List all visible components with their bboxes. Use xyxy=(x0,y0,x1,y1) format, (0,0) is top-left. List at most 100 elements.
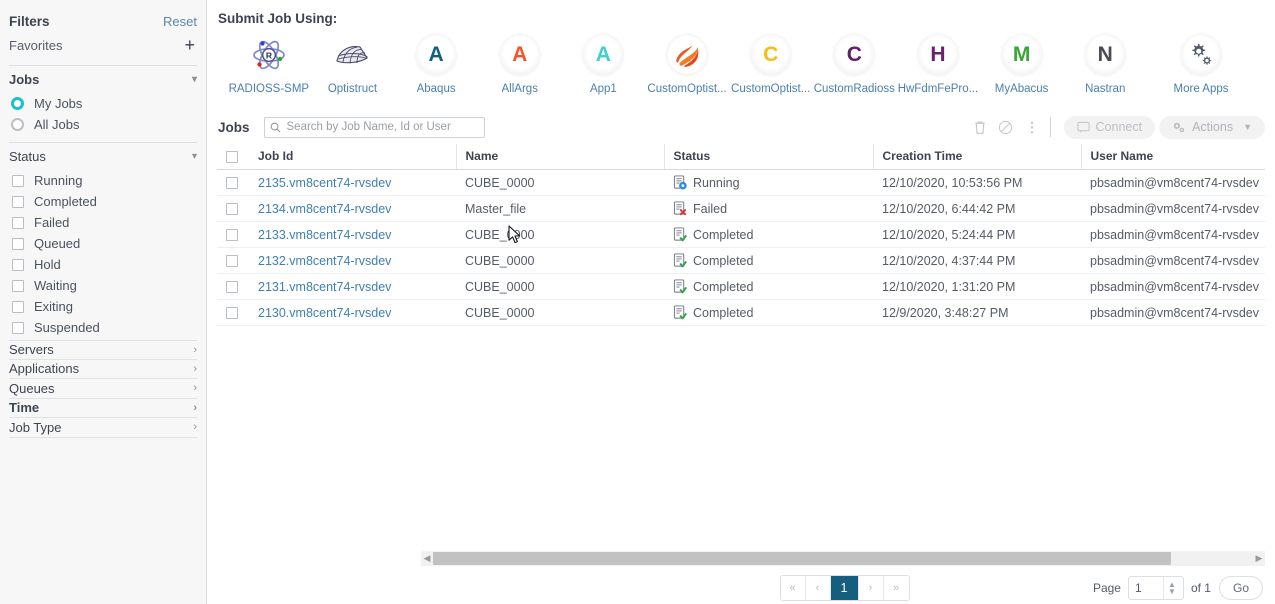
column-header-status[interactable]: Status xyxy=(664,144,874,170)
app-tile-abaqus[interactable]: A Abaqus xyxy=(394,35,478,95)
app-tile-myabacus[interactable]: M MyAbacus xyxy=(980,35,1064,95)
row-checkbox-cell[interactable] xyxy=(217,247,249,274)
jobs-filter-group-header[interactable]: Jobs ▾ xyxy=(9,66,197,93)
job-id-link[interactable]: 2130.vm8cent74-rvsdev xyxy=(258,306,391,320)
radio-selected-icon[interactable] xyxy=(11,97,24,110)
checkbox-icon[interactable] xyxy=(12,300,24,313)
checkbox-icon[interactable] xyxy=(12,174,24,187)
chevron-down-icon[interactable]: ▾ xyxy=(192,151,197,162)
app-tile-hwfdmfepro[interactable]: H HwFdmFePro... xyxy=(896,35,980,95)
app-tile-more-apps[interactable]: More Apps xyxy=(1147,35,1255,95)
checkbox-queued[interactable]: Queued xyxy=(9,233,197,254)
scroll-right-arrow-icon[interactable]: ▶ xyxy=(1253,553,1265,564)
table-row[interactable]: 2131.vm8cent74-rvsdev CUBE_0000 Complete… xyxy=(217,273,1265,300)
checkbox-icon[interactable] xyxy=(12,195,24,208)
stepper-arrows[interactable]: ▲ ▼ xyxy=(1162,577,1179,599)
row-checkbox-cell[interactable] xyxy=(217,221,249,248)
pagination-first-button[interactable]: « xyxy=(780,576,806,600)
row-checkbox-cell[interactable] xyxy=(217,195,249,222)
row-checkbox-cell[interactable] xyxy=(217,273,249,300)
checkbox-icon[interactable] xyxy=(226,281,238,294)
checkbox-failed[interactable]: Failed xyxy=(9,212,197,233)
scrollbar-thumb[interactable] xyxy=(433,552,1171,565)
actions-button[interactable]: Actions ▼ xyxy=(1159,115,1265,139)
chevron-right-icon[interactable]: › xyxy=(193,402,197,414)
cell-job-id[interactable]: 2135.vm8cent74-rvsdev xyxy=(249,169,456,196)
search-container[interactable] xyxy=(263,116,485,138)
cell-job-id[interactable]: 2132.vm8cent74-rvsdev xyxy=(249,247,456,274)
accordion-applications[interactable]: Applications › xyxy=(9,360,197,379)
accordion-servers[interactable]: Servers › xyxy=(9,340,197,360)
cell-job-id[interactable]: 2134.vm8cent74-rvsdev xyxy=(249,195,456,222)
accordion-job-type[interactable]: Job Type › xyxy=(9,418,197,438)
table-row[interactable]: 2132.vm8cent74-rvsdev CUBE_0000 Complete… xyxy=(217,247,1265,274)
chevron-right-icon[interactable]: › xyxy=(193,344,197,356)
pagination-page-1-button[interactable]: 1 xyxy=(830,576,859,600)
checkbox-suspended[interactable]: Suspended xyxy=(9,317,197,338)
checkbox-icon[interactable] xyxy=(12,321,24,334)
app-tile-nastran[interactable]: N Nastran xyxy=(1063,35,1147,95)
chevron-down-icon[interactable]: ▾ xyxy=(192,74,197,85)
chevron-right-icon[interactable]: › xyxy=(193,421,197,433)
checkbox-icon[interactable] xyxy=(226,203,238,216)
status-filter-group-header[interactable]: Status ▾ xyxy=(9,143,197,170)
checkbox-hold[interactable]: Hold xyxy=(9,254,197,275)
row-checkbox-cell[interactable] xyxy=(217,169,249,196)
job-id-link[interactable]: 2134.vm8cent74-rvsdev xyxy=(258,202,391,216)
job-id-link[interactable]: 2131.vm8cent74-rvsdev xyxy=(258,280,391,294)
cell-job-id[interactable]: 2133.vm8cent74-rvsdev xyxy=(249,221,456,248)
add-favorite-icon[interactable]: + xyxy=(184,36,197,54)
column-header-job-id[interactable]: Job Id xyxy=(249,144,457,170)
radio-all-jobs[interactable]: All Jobs xyxy=(9,114,197,135)
job-id-link[interactable]: 2135.vm8cent74-rvsdev xyxy=(258,176,391,190)
reset-filters-link[interactable]: Reset xyxy=(163,14,197,29)
cancel-job-button[interactable] xyxy=(993,114,1019,140)
job-id-link[interactable]: 2132.vm8cent74-rvsdev xyxy=(258,254,391,268)
app-tile-allargs[interactable]: A AllArgs xyxy=(478,35,562,95)
radio-my-jobs[interactable]: My Jobs xyxy=(9,93,197,114)
stepper-down-icon[interactable]: ▼ xyxy=(1168,588,1176,596)
pagination-next-button[interactable]: › xyxy=(858,576,884,600)
app-tile-customoptistruct-2[interactable]: C CustomOptist... xyxy=(729,35,813,95)
select-all-header[interactable] xyxy=(217,144,249,170)
job-id-link[interactable]: 2133.vm8cent74-rvsdev xyxy=(258,228,391,242)
pagination-last-button[interactable]: » xyxy=(883,576,909,600)
scroll-left-arrow-icon[interactable]: ◀ xyxy=(421,553,433,564)
column-header-user-name[interactable]: User Name xyxy=(1081,144,1265,170)
scrollbar-track[interactable] xyxy=(433,552,1253,565)
checkbox-exiting[interactable]: Exiting xyxy=(9,296,197,317)
app-tile-app1[interactable]: A App1 xyxy=(562,35,646,95)
checkbox-running[interactable]: Running xyxy=(9,170,197,191)
accordion-queues[interactable]: Queues › xyxy=(9,379,197,399)
checkbox-icon[interactable] xyxy=(226,255,238,268)
chevron-right-icon[interactable]: › xyxy=(193,382,197,394)
checkbox-completed[interactable]: Completed xyxy=(9,191,197,212)
checkbox-icon[interactable] xyxy=(226,307,238,320)
app-tile-customradioss[interactable]: C CustomRadioss xyxy=(812,35,896,95)
checkbox-icon[interactable] xyxy=(226,150,238,163)
pagination-prev-button[interactable]: ‹ xyxy=(805,576,831,600)
checkbox-icon[interactable] xyxy=(226,229,238,242)
page-number-stepper[interactable]: ▲ ▼ xyxy=(1127,576,1184,600)
table-row[interactable]: 2134.vm8cent74-rvsdev Master_file Failed xyxy=(217,195,1265,222)
radio-unselected-icon[interactable] xyxy=(11,118,24,131)
chevron-down-icon[interactable]: ▼ xyxy=(1243,122,1252,132)
checkbox-icon[interactable] xyxy=(226,177,238,190)
checkbox-icon[interactable] xyxy=(12,237,24,250)
go-button[interactable]: Go xyxy=(1218,576,1263,600)
checkbox-icon[interactable] xyxy=(12,216,24,229)
checkbox-icon[interactable] xyxy=(12,258,24,271)
checkbox-icon[interactable] xyxy=(12,279,24,292)
app-tile-radioss-smp[interactable]: R RADIOSS-SMP xyxy=(227,35,311,95)
table-row[interactable]: 2135.vm8cent74-rvsdev CUBE_0000 Running xyxy=(217,169,1265,196)
cell-job-id[interactable]: 2130.vm8cent74-rvsdev xyxy=(249,299,456,326)
chevron-right-icon[interactable]: › xyxy=(193,363,197,375)
table-horizontal-scrollbar[interactable]: ◀ ▶ xyxy=(421,551,1265,566)
table-row[interactable]: 2133.vm8cent74-rvsdev CUBE_0000 Complete… xyxy=(217,221,1265,248)
favorites-row[interactable]: Favorites + xyxy=(9,32,197,58)
column-header-creation-time[interactable]: Creation Time xyxy=(873,144,1082,170)
row-checkbox-cell[interactable] xyxy=(217,299,249,326)
more-options-button[interactable] xyxy=(1019,114,1045,140)
checkbox-waiting[interactable]: Waiting xyxy=(9,275,197,296)
column-header-name[interactable]: Name xyxy=(456,144,665,170)
